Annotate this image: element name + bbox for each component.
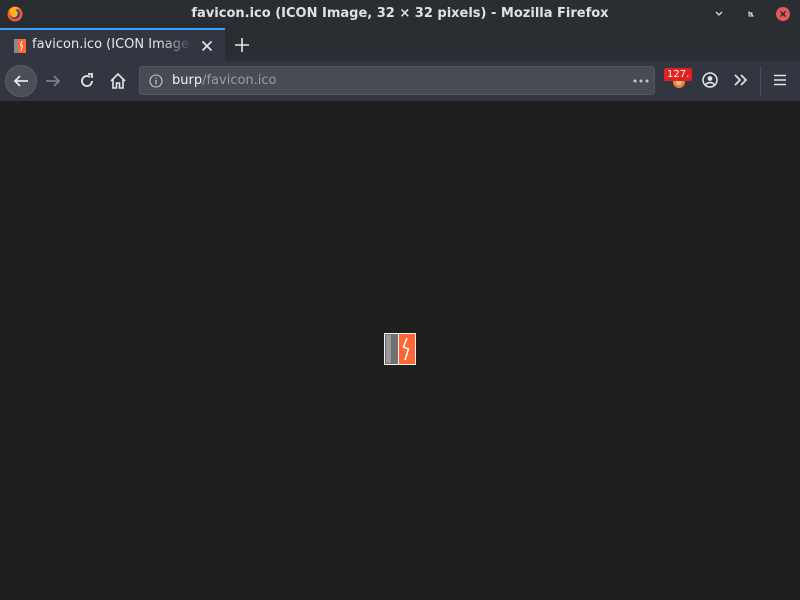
url-bar[interactable]: burp/favicon.ico [139, 66, 655, 95]
new-tab-icon[interactable] [232, 35, 252, 55]
close-window-icon[interactable] [775, 6, 791, 22]
extension-badge: 127. [664, 68, 693, 81]
account-icon [702, 72, 718, 88]
browser-window: favicon.ico (ICON Image, 32 × 32 pixels)… [0, 0, 800, 600]
back-button[interactable] [5, 65, 37, 97]
ellipsis-icon[interactable] [633, 79, 649, 83]
tab-strip: favicon.ico (ICON Image, 32 × 32 pixels) [0, 28, 800, 61]
arrow-right-icon [46, 75, 61, 87]
url-path: /favicon.ico [202, 73, 277, 88]
tab-label: favicon.ico (ICON Image, 32 × 32 pixels) [32, 37, 192, 52]
minimize-icon[interactable] [711, 6, 727, 22]
arrow-left-icon [13, 75, 28, 87]
hamburger-icon [774, 74, 786, 86]
url-host: burp [172, 73, 203, 88]
close-tab-icon[interactable] [199, 38, 215, 54]
tab-favicon[interactable]: favicon.ico (ICON Image, 32 × 32 pixels) [0, 28, 225, 61]
info-icon[interactable] [149, 74, 163, 88]
burp-icon [14, 39, 26, 53]
overflow-button[interactable] [730, 69, 752, 91]
forward-button[interactable] [41, 69, 65, 93]
toolbar-separator [760, 66, 761, 96]
title-bar[interactable]: favicon.ico (ICON Image, 32 × 32 pixels)… [0, 0, 800, 28]
home-button[interactable] [106, 69, 130, 93]
favicon-image[interactable] [384, 333, 416, 365]
reload-icon [81, 73, 93, 87]
reload-button[interactable] [75, 69, 99, 93]
image-viewer [0, 101, 800, 600]
url-text[interactable]: burp/favicon.ico [172, 73, 277, 88]
chevron-double-right-icon [734, 74, 748, 86]
home-icon [110, 72, 126, 89]
maximize-icon[interactable] [743, 6, 759, 22]
window-title: favicon.ico (ICON Image, 32 × 32 pixels)… [191, 6, 609, 21]
account-button[interactable] [699, 69, 721, 91]
menu-button[interactable] [769, 69, 791, 91]
